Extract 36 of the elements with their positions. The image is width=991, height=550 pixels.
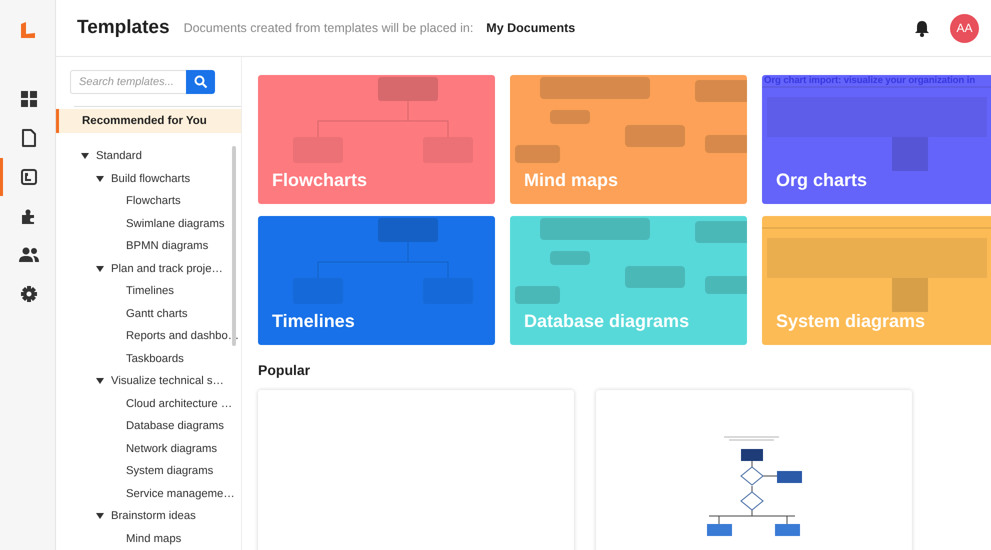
location-note: Documents created from templates will be placed in: bbox=[184, 21, 474, 35]
tree-item[interactable]: Flowcharts bbox=[126, 195, 181, 208]
tree-item[interactable]: Taskboards bbox=[126, 352, 184, 365]
search-icon bbox=[194, 74, 208, 89]
search-button[interactable] bbox=[186, 70, 215, 94]
tree-item[interactable]: BPMN diagrams bbox=[126, 240, 208, 252]
tree-item[interactable]: Reports and dashbo… bbox=[126, 330, 240, 342]
section-heading: Popular bbox=[258, 362, 312, 378]
tree-item[interactable]: Database diagrams bbox=[126, 420, 224, 432]
caret-icon[interactable] bbox=[95, 513, 105, 520]
popular-template-card[interactable] bbox=[596, 390, 912, 550]
caret-icon[interactable] bbox=[80, 153, 90, 160]
recommended-item[interactable]: Recommended for You bbox=[56, 108, 241, 133]
tree-item[interactable]: Plan and track proje… bbox=[111, 262, 223, 275]
search-field[interactable]: Search templates... bbox=[70, 70, 186, 94]
tree-item[interactable]: System diagrams bbox=[126, 465, 214, 478]
tree-item[interactable]: Gantt charts bbox=[126, 308, 188, 320]
tree-item[interactable]: Timelines bbox=[126, 285, 174, 298]
tree-item[interactable]: Build flowcharts bbox=[111, 172, 190, 185]
tree-item[interactable]: Network diagrams bbox=[126, 442, 218, 455]
page-title: Templates bbox=[77, 17, 170, 39]
caret-icon[interactable] bbox=[95, 378, 105, 384]
user-avatar[interactable]: AA bbox=[950, 14, 979, 42]
tree-item[interactable]: Cloud architecture … bbox=[126, 398, 232, 410]
tree-item[interactable]: Service manageme… bbox=[126, 488, 235, 500]
template-card[interactable]: Timelines bbox=[258, 216, 495, 345]
tree-item[interactable]: Mind maps bbox=[126, 532, 182, 545]
caret-icon[interactable] bbox=[95, 176, 105, 182]
tree-item[interactable]: Standard bbox=[96, 150, 142, 162]
tree-item[interactable]: Swimlane diagrams bbox=[126, 218, 225, 230]
logo-icon bbox=[20, 21, 36, 39]
bell-icon[interactable] bbox=[914, 20, 930, 36]
location-link[interactable]: My Documents bbox=[486, 21, 576, 35]
tree-item[interactable]: Visualize technical s… bbox=[111, 375, 224, 388]
caret-icon[interactable] bbox=[95, 266, 105, 272]
tree-item[interactable]: Brainstorm ideas bbox=[111, 510, 196, 522]
